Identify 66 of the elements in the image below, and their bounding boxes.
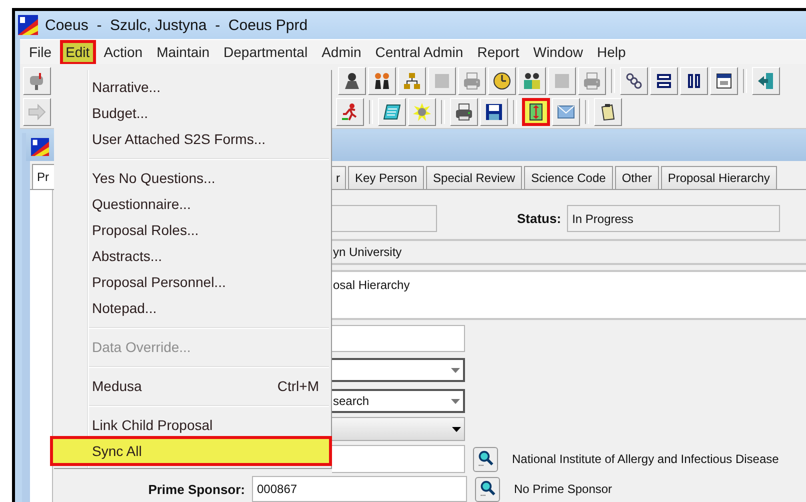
menu-item[interactable]: Questionnaire...: [54, 191, 331, 217]
menu-item[interactable]: Link Child Proposal: [54, 412, 331, 438]
menu-bar-item[interactable]: Window: [527, 40, 590, 64]
tab[interactable]: Science Code: [524, 166, 613, 189]
menu-item[interactable]: Abstracts...: [54, 243, 331, 269]
caret-icon: [451, 398, 460, 404]
shortcut-label: Ctrl+M: [277, 378, 319, 394]
menu-bar-item[interactable]: File: [23, 40, 58, 64]
sponsor-name: National Institute of Allergy and Infectious Disease: [512, 452, 779, 466]
caret-icon: [451, 368, 460, 372]
menu-bar-item[interactable]: Central Admin: [369, 40, 470, 64]
menu-item[interactable]: Medusa Ctrl+M: [54, 373, 331, 399]
search-icon: [478, 480, 496, 498]
menu-item[interactable]: Proposal Roles...: [54, 217, 331, 243]
menu-item[interactable]: User Attached S2S Forms...: [54, 126, 331, 152]
team-icon: [522, 70, 542, 90]
tab[interactable]: Proposal Hierarchy: [660, 166, 777, 189]
unit-name-text: yn University: [332, 239, 806, 265]
status-field: In Progress: [567, 205, 780, 232]
menu-item[interactable]: Narrative...: [54, 74, 331, 100]
menu-bar-item[interactable]: Action: [98, 40, 149, 64]
lookup-button[interactable]: [475, 476, 500, 502]
menu-item[interactable]: Notepad...: [54, 295, 331, 321]
arrow-icon: [27, 102, 47, 122]
search-icon: [476, 450, 494, 468]
burst-icon: [412, 102, 432, 122]
tab[interactable]: Other: [614, 166, 659, 189]
description-area[interactable]: osal Hierarchy: [332, 270, 806, 320]
tab[interactable]: Pr: [32, 164, 54, 189]
people-icon: [372, 70, 392, 90]
dropdown[interactable]: search: [332, 389, 465, 413]
menu-bar-item[interactable]: Help: [591, 40, 632, 64]
prime-sponsor-name: No Prime Sponsor: [514, 482, 612, 496]
tab[interactable]: Key Person: [348, 166, 424, 189]
lookup-button[interactable]: [473, 446, 498, 472]
printer-icon: [582, 70, 602, 90]
app-logo-icon: [31, 138, 49, 156]
menu-item[interactable]: Proposal Personnel...: [54, 269, 331, 295]
org-chart-icon: [402, 70, 422, 90]
dropdown-value: search: [333, 394, 370, 408]
prime-sponsor-field[interactable]: 000867: [252, 476, 467, 502]
notepad-icon: [382, 102, 402, 122]
person-icon: [342, 70, 362, 90]
exit-door-icon: [756, 70, 776, 90]
printer-icon: [454, 102, 474, 122]
menu-bar-item[interactable]: Report: [471, 40, 526, 64]
prime-sponsor-label: Prime Sponsor:: [147, 482, 245, 496]
menu-bar-item[interactable]: Edit: [60, 40, 96, 64]
status-label: Status:: [517, 211, 562, 226]
menu-bar-item[interactable]: Maintain: [150, 40, 216, 64]
tab[interactable]: Special Review: [426, 166, 522, 189]
dropdown[interactable]: [332, 358, 465, 382]
menu-item[interactable]: Budget...: [54, 100, 331, 126]
clock-icon: [492, 70, 512, 90]
menu-item[interactable]: Sync All: [50, 436, 332, 466]
app-logo-icon: [18, 15, 38, 35]
menu-bar-item[interactable]: Departmental: [218, 40, 314, 64]
menu-bar-item[interactable]: Admin: [316, 40, 368, 64]
printer-icon: [462, 70, 482, 90]
sponsor-code-field[interactable]: [332, 445, 465, 473]
caret-icon: [452, 426, 461, 432]
chain-icon: [624, 70, 644, 90]
text-field[interactable]: [330, 325, 465, 352]
toolbar-button[interactable]: [522, 98, 550, 126]
window-title: Coeus - Szulc, Justyna - Coeus Pprd: [45, 16, 308, 34]
calendar-icon: [714, 70, 734, 90]
